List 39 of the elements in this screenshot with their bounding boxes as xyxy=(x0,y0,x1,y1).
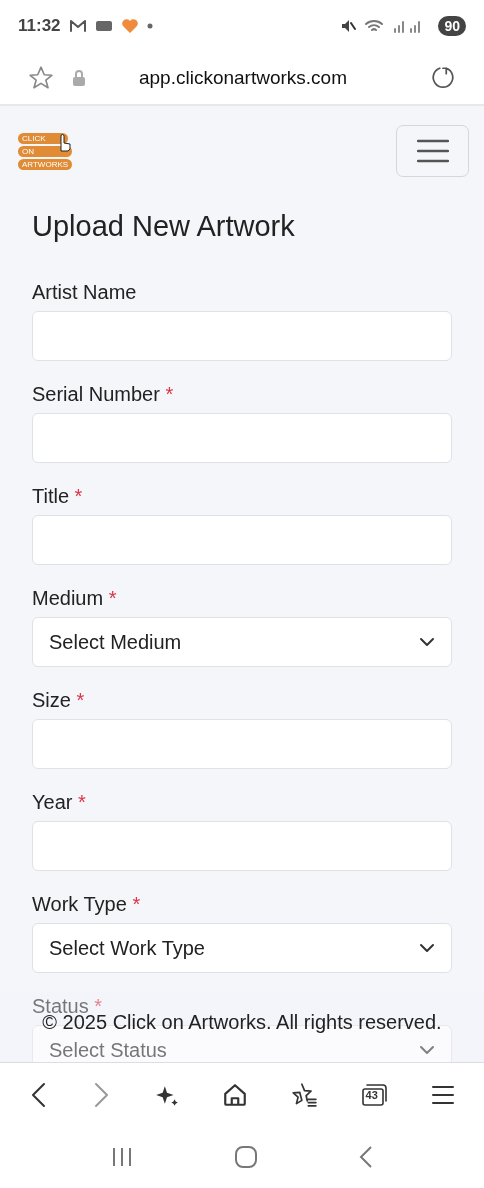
field-label: Year * xyxy=(32,791,87,814)
home-icon xyxy=(222,1081,248,1108)
text-input-field[interactable] xyxy=(32,821,452,871)
heart-icon xyxy=(120,18,139,34)
dot-icon xyxy=(146,23,153,29)
mute-icon xyxy=(340,18,357,34)
mail-icon xyxy=(68,19,87,33)
field-label: Serial Number * xyxy=(32,383,175,406)
status-time: 11:32 xyxy=(18,16,61,36)
menu-button[interactable] xyxy=(396,125,469,177)
wifi-icon xyxy=(364,18,385,34)
text-input-field[interactable] xyxy=(32,311,452,361)
menu-icon xyxy=(416,139,449,163)
field-label: Title * xyxy=(32,485,84,508)
text-input-field[interactable] xyxy=(32,719,452,769)
menu-icon xyxy=(430,1083,455,1106)
battery-level: 90 xyxy=(438,16,466,36)
star-list-icon xyxy=(290,1081,319,1108)
lock-icon xyxy=(72,70,86,86)
field-label: Medium * xyxy=(32,587,118,610)
select-dropdown[interactable]: Select Medium xyxy=(32,617,452,667)
field-label: Artist Name xyxy=(32,281,138,304)
chevron-down-icon xyxy=(419,1045,435,1055)
url-text[interactable]: app.clickonartworks.com xyxy=(86,67,430,89)
chevron-down-icon xyxy=(419,943,435,953)
recent-apps-icon[interactable] xyxy=(110,1146,134,1168)
back-icon[interactable] xyxy=(358,1145,374,1169)
reload-icon[interactable] xyxy=(430,65,456,91)
page-title: Upload New Artwork xyxy=(32,210,296,243)
star-icon[interactable] xyxy=(28,65,54,91)
text-input-field[interactable] xyxy=(32,413,452,463)
field-label: Work Type * xyxy=(32,893,142,916)
text-input-field[interactable] xyxy=(32,515,452,565)
tabs-icon xyxy=(360,1081,389,1108)
tabs-button[interactable]: 43 xyxy=(356,1077,393,1112)
field-label: Size * xyxy=(32,689,86,712)
chevron-down-icon xyxy=(419,637,435,647)
home-icon[interactable] xyxy=(234,1145,258,1169)
select-dropdown[interactable]: Select Work Type xyxy=(32,923,452,973)
